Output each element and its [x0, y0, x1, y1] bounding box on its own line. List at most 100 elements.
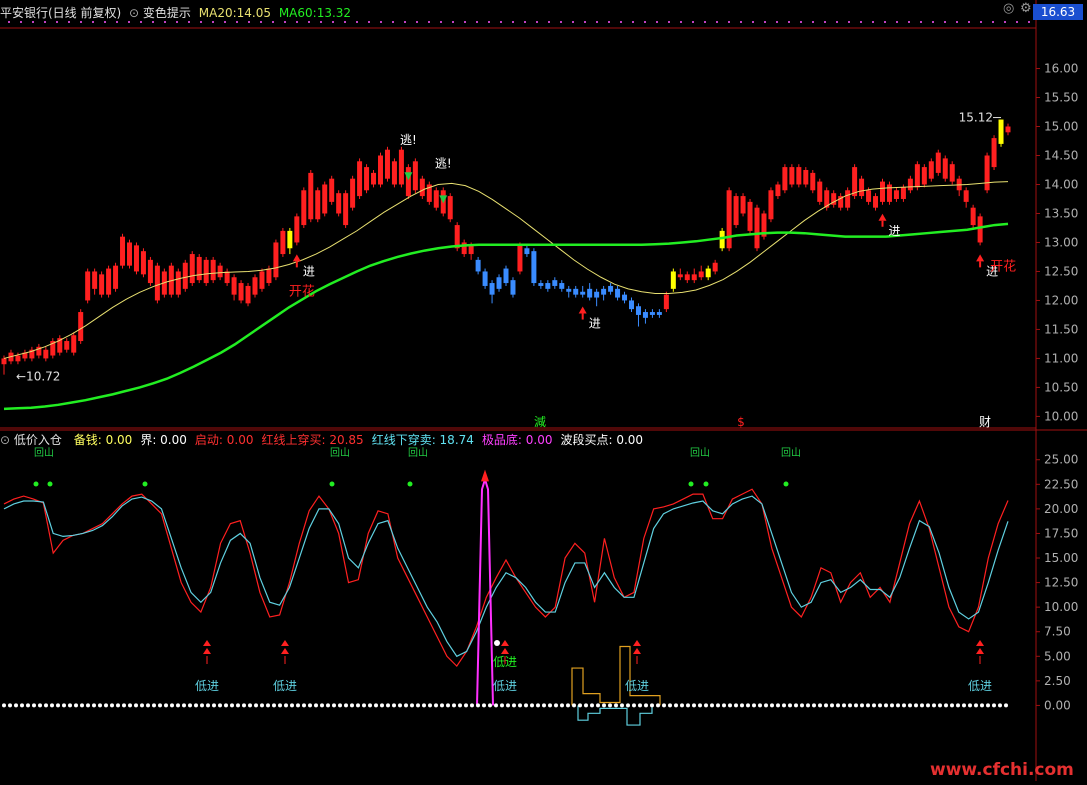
top-marker-dot: [128, 21, 130, 23]
baseline-dot: [884, 703, 888, 708]
stock-title[interactable]: 平安银行(日线 前复权): [0, 6, 121, 20]
candle-body: [231, 277, 237, 295]
target-icon[interactable]: ◎: [1003, 2, 1014, 16]
baseline-dot: [134, 703, 138, 708]
candle-body: [113, 265, 119, 289]
baseline-dot: [380, 703, 384, 708]
baseline-dot: [932, 703, 936, 708]
baseline-dot: [338, 703, 342, 708]
baseline-dot: [152, 703, 156, 708]
candle-body: [845, 190, 851, 208]
top-marker-dot: [104, 21, 106, 23]
tag-label: 回山: [781, 447, 801, 459]
baseline-dot: [806, 703, 810, 708]
bottom-mark: $: [737, 415, 745, 429]
top-marker-dot: [380, 21, 382, 23]
candle-body: [517, 245, 523, 272]
indicator-toggle-icon[interactable]: ⊙: [129, 6, 139, 20]
candle-body: [468, 245, 474, 255]
sub-item-6: 波段买点: 0.00: [560, 433, 644, 447]
baseline-dot: [782, 703, 786, 708]
baseline-dot: [524, 703, 528, 708]
baseline-dot: [500, 703, 504, 708]
baseline-dot: [866, 703, 870, 708]
candle-body: [371, 172, 377, 185]
candle-body: [217, 265, 223, 278]
ma20-label: MA20:: [198, 6, 237, 20]
candle-body: [754, 207, 760, 249]
baseline-dot: [842, 703, 846, 708]
sub-indicator-name[interactable]: 低价入仓: [14, 433, 62, 447]
baseline-dot: [596, 703, 600, 708]
candle-body: [663, 294, 669, 310]
escape-label: 逃!: [400, 133, 417, 147]
baseline-dot: [104, 703, 108, 708]
baseline-dot: [488, 703, 492, 708]
top-marker-dot: [164, 21, 166, 23]
baseline-dot: [458, 703, 462, 708]
baseline-dot: [44, 703, 48, 708]
top-marker-dot: [392, 21, 394, 23]
baseline-dot: [332, 703, 336, 708]
candle-body: [510, 280, 516, 295]
sub-y-tick-label: 12.50: [1044, 576, 1078, 590]
tag-label: 回山: [34, 447, 54, 459]
baseline-dot: [764, 703, 768, 708]
candle-body: [733, 196, 739, 226]
top-marker-dot: [908, 21, 910, 23]
baseline-dot: [422, 703, 426, 708]
baseline-dot: [818, 703, 822, 708]
baseline-dot: [404, 703, 408, 708]
candle-body: [587, 288, 593, 298]
sub-y-tick-label: 10.00: [1044, 600, 1078, 614]
baseline-dot: [848, 703, 852, 708]
candle-body: [287, 230, 293, 249]
sub-y-tick-label: 7.50: [1044, 625, 1071, 639]
sub-toggle-icon[interactable]: ⊙: [0, 433, 10, 447]
baseline-dot: [476, 703, 480, 708]
baseline-dot: [62, 703, 66, 708]
candle-body: [308, 172, 314, 220]
candle-body: [64, 341, 70, 350]
sub-item-0: 备钱: 0.00: [73, 433, 133, 447]
baseline-dot: [218, 703, 222, 708]
watermark: www.cfchi.com: [930, 760, 1074, 780]
top-marker-dot: [308, 21, 310, 23]
candle-body: [503, 268, 509, 284]
sub-y-tick-label: 17.50: [1044, 526, 1078, 540]
baseline-dot: [392, 703, 396, 708]
baseline-dot: [566, 703, 570, 708]
candle-body: [691, 274, 697, 281]
top-marker-dot: [548, 21, 550, 23]
baseline-dot: [32, 703, 36, 708]
top-marker-dot: [968, 21, 970, 23]
baseline-dot: [140, 703, 144, 708]
baseline-dot: [974, 703, 978, 708]
candle-body: [280, 230, 286, 255]
candle-body: [914, 164, 920, 188]
low-buy-arrow-icon: [203, 640, 211, 646]
baseline-dot: [542, 703, 546, 708]
baseline-dot: [674, 703, 678, 708]
baseline-dot: [986, 703, 990, 708]
kaihua-label: 开花: [289, 283, 315, 299]
green-signal-dot: [688, 481, 694, 487]
low-buy-label: 低进: [493, 679, 517, 693]
settings-icon[interactable]: ⚙: [1020, 2, 1032, 16]
candle-body: [594, 291, 600, 298]
chart-canvas[interactable]: 16.00 15.50 15.00 14.50 14.00 13.50 13.00 12.50…: [0, 0, 1087, 781]
baseline-dot: [296, 703, 300, 708]
baseline-dot: [908, 703, 912, 708]
candle-body: [364, 167, 370, 191]
sub-y-tick-label: 2.50: [1044, 674, 1071, 688]
baseline-dot: [620, 703, 624, 708]
low-buy-arrow-icon: [203, 648, 211, 654]
candle-body: [726, 190, 732, 249]
baseline-dot: [176, 703, 180, 708]
candle-body: [405, 167, 411, 197]
top-marker-dot: [1016, 21, 1018, 23]
candle-body: [873, 196, 879, 208]
top-marker-dot: [320, 21, 322, 23]
sub-y-tick-label: 25.00: [1044, 453, 1078, 467]
indicator-name[interactable]: 变色提示: [143, 6, 191, 20]
